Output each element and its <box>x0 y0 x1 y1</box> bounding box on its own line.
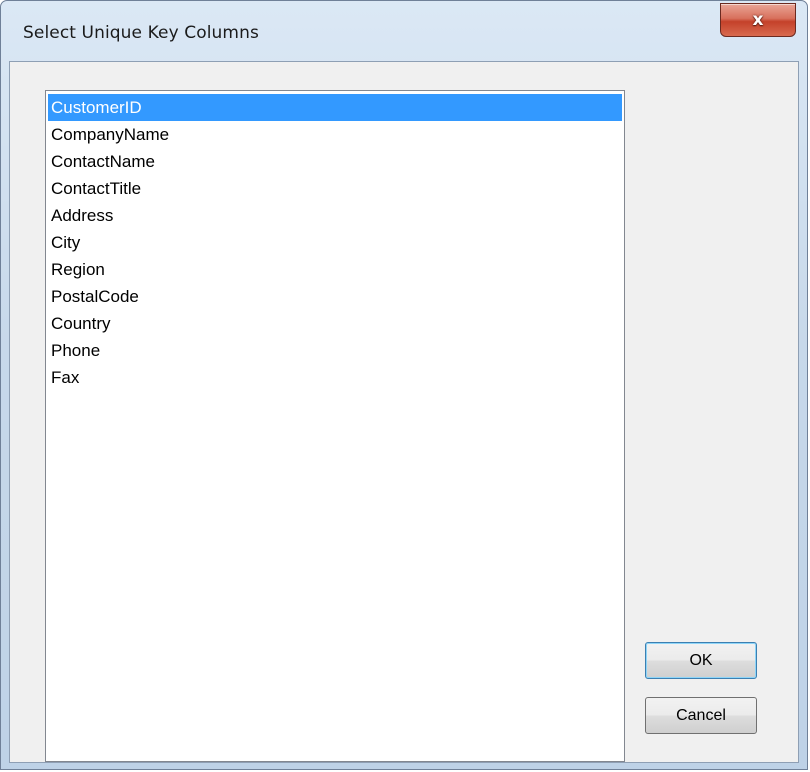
list-item[interactable]: ContactName <box>48 148 622 175</box>
title-bar[interactable]: Select Unique Key Columns x <box>1 1 807 61</box>
close-button[interactable]: x <box>720 3 796 37</box>
list-item[interactable]: PostalCode <box>48 283 622 310</box>
list-item[interactable]: CustomerID <box>48 94 622 121</box>
dialog-window: Select Unique Key Columns x CustomerID C… <box>0 0 808 770</box>
ok-button[interactable]: OK <box>645 642 757 679</box>
dialog-title: Select Unique Key Columns <box>23 23 259 43</box>
list-item[interactable]: Address <box>48 202 622 229</box>
cancel-button[interactable]: Cancel <box>645 697 757 734</box>
list-item[interactable]: ContactTitle <box>48 175 622 202</box>
list-item[interactable]: CompanyName <box>48 121 622 148</box>
list-item[interactable]: Country <box>48 310 622 337</box>
close-icon: x <box>752 9 764 30</box>
list-item[interactable]: Phone <box>48 337 622 364</box>
list-item[interactable]: City <box>48 229 622 256</box>
dialog-body: CustomerID CompanyName ContactName Conta… <box>9 61 799 763</box>
columns-listbox[interactable]: CustomerID CompanyName ContactName Conta… <box>45 90 625 762</box>
list-item[interactable]: Fax <box>48 364 622 391</box>
list-item[interactable]: Region <box>48 256 622 283</box>
